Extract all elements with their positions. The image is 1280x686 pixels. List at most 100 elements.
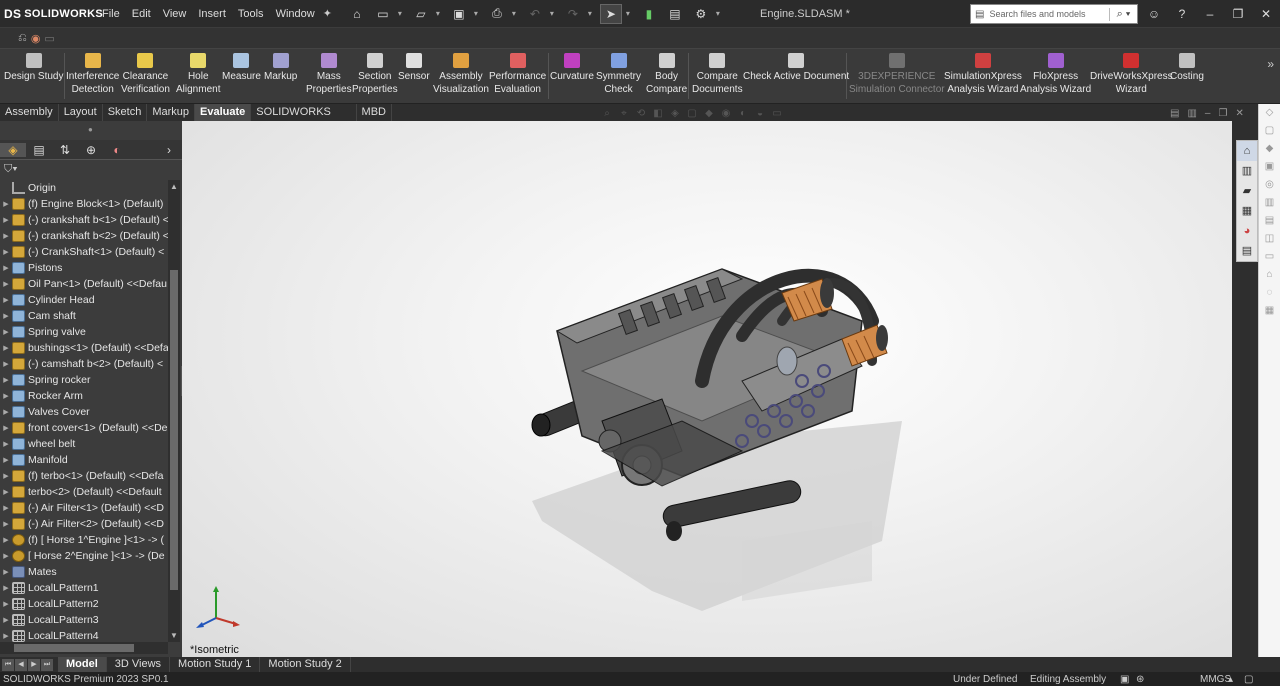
expand-caret-icon[interactable]: ▶ <box>0 552 12 560</box>
tree-item[interactable]: ▶ terbo<2> (Default) <<Default <box>0 484 168 500</box>
ribbon-interference-button[interactable]: Interference Detection <box>66 51 119 96</box>
ribbon-floxpress-button[interactable]: FloXpress Analysis Wizard <box>1020 51 1091 96</box>
tree-item[interactable]: ▶ LocalLPattern1 <box>0 580 168 596</box>
tree-item[interactable]: ▶ (f) Engine Block<1> (Default) <box>0 196 168 212</box>
rebuild-traffic-light-icon[interactable]: ▮ <box>638 4 660 24</box>
expand-caret-icon[interactable]: ▶ <box>0 232 12 240</box>
ribbon-hole-button[interactable]: Hole Alignment <box>176 51 220 96</box>
expand-caret-icon[interactable]: ▶ <box>0 200 12 208</box>
ribbon-design-study-button[interactable]: Design Study <box>4 51 63 84</box>
expand-caret-icon[interactable]: ▶ <box>0 408 12 416</box>
zoom-to-area-icon[interactable]: ⌖ <box>617 107 631 121</box>
view-orientation-icon[interactable]: ▢ <box>685 107 699 121</box>
tab-assembly[interactable]: Assembly <box>0 104 59 121</box>
toolbar-icon-3[interactable]: ▭ <box>44 32 54 45</box>
tab-evaluate[interactable]: Evaluate <box>195 104 252 121</box>
tree-horizontal-scrollbar[interactable] <box>0 642 168 654</box>
ribbon-check-active-document-button[interactable]: Check Active Document <box>743 51 849 84</box>
right-tool-6-icon[interactable]: ▥ <box>1259 194 1280 212</box>
toolbar-icon-1[interactable]: ⎌ <box>18 32 27 45</box>
expand-caret-icon[interactable]: ▶ <box>0 344 12 352</box>
right-tool-5-icon[interactable]: ◎ <box>1259 176 1280 194</box>
open-dropdown-icon[interactable]: ▾ <box>436 9 444 18</box>
display-style-icon[interactable]: ◆ <box>702 107 716 121</box>
redo-dropdown-icon[interactable]: ▾ <box>588 9 596 18</box>
rebuild-status-icon[interactable]: ▣ <box>1120 674 1129 685</box>
view-settings-icon[interactable]: ▭ <box>770 107 784 121</box>
search-icon[interactable]: ⌕ ▾ <box>1109 7 1137 21</box>
hide-show-items-icon[interactable]: ◉ <box>719 107 733 121</box>
tree-item[interactable]: ▶ (f) terbo<1> (Default) <<Defa <box>0 468 168 484</box>
save-dropdown-icon[interactable]: ▾ <box>474 9 482 18</box>
expand-caret-icon[interactable]: ▶ <box>0 264 12 272</box>
menu-view[interactable]: View <box>157 8 193 20</box>
tree-item[interactable]: ▶ (-) Air Filter<2> (Default) <<D <box>0 516 168 532</box>
tree-item[interactable]: ▶ (-) camshaft b<2> (Default) < <box>0 356 168 372</box>
tree-item[interactable]: ▶ Rocker Arm <box>0 388 168 404</box>
user-account-icon[interactable]: ☺ <box>1140 7 1168 21</box>
first-tab-icon[interactable]: ⏮ <box>2 658 14 671</box>
status-icon-2[interactable]: ⊛ <box>1136 674 1144 685</box>
menu-tools[interactable]: Tools <box>232 8 270 20</box>
tree-item[interactable]: ▶ (-) crankshaft b<1> (Default) < <box>0 212 168 228</box>
select-dropdown-icon[interactable]: ▾ <box>626 9 634 18</box>
engine-model[interactable] <box>182 121 1232 657</box>
print-icon[interactable]: ⎙ <box>486 4 508 24</box>
expand-caret-icon[interactable]: ▶ <box>0 248 12 256</box>
pin-icon[interactable]: ✦ <box>323 7 332 20</box>
menu-edit[interactable]: Edit <box>126 8 157 20</box>
close-button[interactable]: ✕ <box>1252 7 1280 21</box>
displaymanager-tab-icon[interactable]: ◐ <box>104 143 130 157</box>
expand-caret-icon[interactable]: ▶ <box>0 312 12 320</box>
appearances-icon[interactable]: ◕ <box>1237 221 1257 241</box>
viewport-restore-icon[interactable]: ❐ <box>1218 108 1227 119</box>
tree-item[interactable]: ▶ Valves Cover <box>0 404 168 420</box>
expand-caret-icon[interactable]: ▶ <box>0 280 12 288</box>
undo-icon[interactable]: ↶ <box>524 4 546 24</box>
tree-item[interactable]: ▶ Oil Pan<1> (Default) <<Defau <box>0 276 168 292</box>
tree-item[interactable]: ▶ Pistons <box>0 260 168 276</box>
unit-system[interactable]: MMGS <box>1200 674 1231 685</box>
viewport-minimize-icon[interactable]: – <box>1205 108 1211 119</box>
ribbon-assembly-button[interactable]: Assembly Visualization <box>433 51 489 96</box>
viewport-close-icon[interactable]: ✕ <box>1235 108 1243 119</box>
ribbon-driveworksxpress-button[interactable]: DriveWorksXpress Wizard <box>1090 51 1173 96</box>
tree-item[interactable]: ▶ Mates <box>0 564 168 580</box>
tree-item[interactable]: ▶ Manifold <box>0 452 168 468</box>
expand-caret-icon[interactable]: ▶ <box>0 536 12 544</box>
select-arrow-icon[interactable]: ➤ <box>599 3 622 24</box>
menu-file[interactable]: File <box>96 8 126 20</box>
prev-tab-icon[interactable]: ◀ <box>15 658 27 671</box>
tree-item[interactable]: ▶ Spring rocker <box>0 372 168 388</box>
ribbon-sensor-button[interactable]: Sensor <box>398 51 430 84</box>
tab-mbd[interactable]: MBD <box>357 104 392 121</box>
print-dropdown-icon[interactable]: ▾ <box>512 9 520 18</box>
view-palette-icon[interactable]: ▦ <box>1237 201 1257 221</box>
bottom-tab-motion-study-2[interactable]: Motion Study 2 <box>260 657 351 672</box>
right-tool-1-icon[interactable]: ◇ <box>1259 104 1280 122</box>
tree-item[interactable]: ▶ (-) crankshaft b<2> (Default) < <box>0 228 168 244</box>
right-tool-11-icon[interactable]: ◌ <box>1259 284 1280 302</box>
expand-caret-icon[interactable]: ▶ <box>0 440 12 448</box>
pane-expand-icon[interactable]: › <box>156 143 182 157</box>
home-icon[interactable]: ⌂ <box>346 4 368 24</box>
open-icon[interactable]: ▱ <box>410 4 432 24</box>
tree-item[interactable]: ▶ front cover<1> (Default) <<De <box>0 420 168 436</box>
tab-markup[interactable]: Markup <box>147 104 196 121</box>
redo-icon[interactable]: ↷ <box>562 4 584 24</box>
ribbon-clearance-button[interactable]: Clearance Verification <box>121 51 170 96</box>
viewport-split-icon[interactable]: ▥ <box>1187 108 1196 119</box>
tree-item[interactable]: ▶ LocalLPattern4 <box>0 628 168 642</box>
restore-button[interactable]: ❐ <box>1224 7 1252 21</box>
search-scope-icon[interactable]: ▤ <box>975 9 984 20</box>
expand-caret-icon[interactable]: ▶ <box>0 488 12 496</box>
tree-vertical-scrollbar[interactable]: ▲ ▼ <box>168 180 180 642</box>
zoom-to-fit-icon[interactable]: ⌕ <box>600 107 614 121</box>
expand-caret-icon[interactable]: ▶ <box>0 520 12 528</box>
new-document-icon[interactable]: ▭ <box>372 4 394 24</box>
right-tool-10-icon[interactable]: ⌂ <box>1259 266 1280 284</box>
file-explorer-icon[interactable]: ▰ <box>1237 181 1257 201</box>
ribbon-costing-button[interactable]: Costing <box>1170 51 1204 84</box>
dimxpert-tab-icon[interactable]: ⊕ <box>78 143 104 157</box>
bottom-tab-3d-views[interactable]: 3D Views <box>107 657 171 672</box>
